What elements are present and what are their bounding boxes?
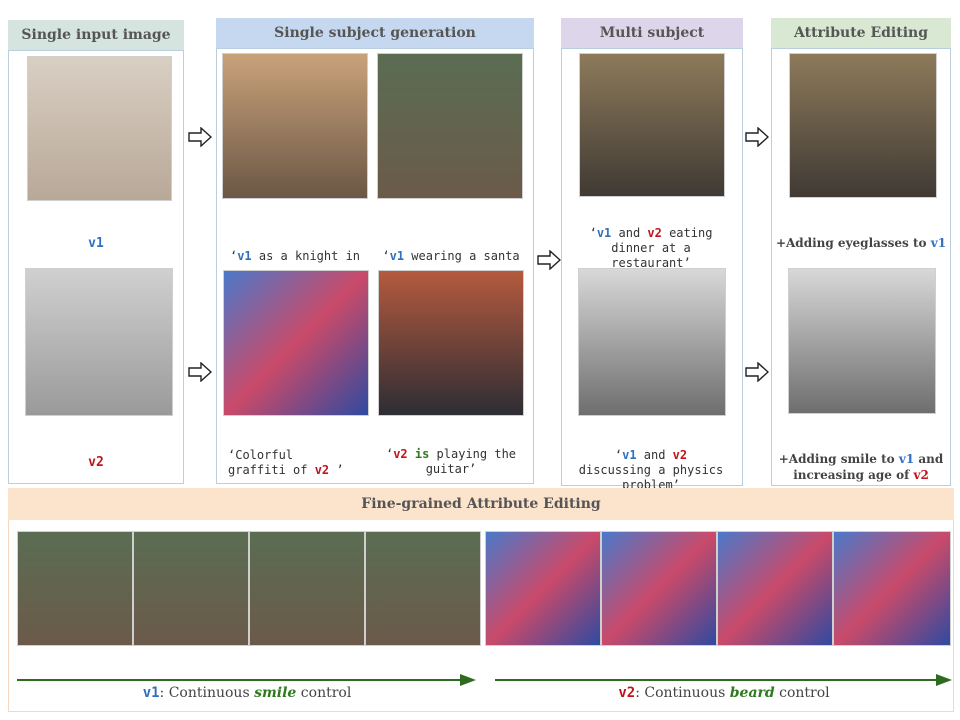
beard-step-1-image — [485, 531, 601, 646]
v1-label: v1 — [88, 236, 104, 251]
beard-step-4-image — [833, 531, 951, 646]
prompt-dinner: ‘v1 and v2 eating dinner at a restaurant… — [589, 226, 713, 270]
v2-label: v2 — [88, 455, 104, 470]
smile-step-2-image — [133, 531, 249, 646]
multi-subject-title: Multi subject generation — [561, 18, 743, 71]
beard-control-label: v2: Continuous beard control — [618, 685, 830, 701]
arrow-right-icon — [745, 362, 769, 382]
arrow-right-icon — [537, 250, 561, 270]
single-subject-title: Single subject generation — [216, 18, 534, 48]
graffiti-image — [223, 270, 369, 416]
arrow-right-icon — [188, 127, 212, 147]
prompt-santa: ‘v1 wearing a santa hat in a snowy fores… — [382, 249, 520, 263]
single-input-title: Single input image — [8, 20, 184, 50]
smile-age-edit-image — [788, 268, 936, 414]
input-image-v2 — [25, 268, 173, 416]
fine-grained-title: Fine-grained Attribute Editing — [8, 488, 954, 520]
attribute-editing-title: Attribute Editing — [771, 18, 951, 48]
arrow-right-icon — [188, 362, 212, 382]
prompt-knight: ‘v1 as a knight in plate armor’ — [229, 249, 361, 263]
edit-smile-age-caption: +Adding smile to v1 and increasing age o… — [778, 452, 944, 482]
dinner-image — [579, 53, 725, 197]
beard-step-3-image — [717, 531, 833, 646]
smile-step-3-image — [249, 531, 365, 646]
input-image-v1 — [27, 56, 172, 201]
physics-discussion-image — [578, 268, 726, 416]
smile-control-label: v1: Continuous smile control — [142, 685, 352, 701]
knight-image — [222, 53, 368, 199]
smile-step-1-image — [17, 531, 133, 646]
arrow-right-icon — [745, 127, 769, 147]
edit-eyeglasses-caption: +Adding eyeglasses to v1 — [775, 236, 947, 250]
guitar-image — [378, 270, 524, 416]
smile-step-4-image — [365, 531, 481, 646]
santa-hat-image — [377, 53, 523, 199]
beard-step-2-image — [601, 531, 717, 646]
prompt-guitar: ‘v2 is playing the guitar’ — [385, 447, 517, 476]
eyeglasses-edit-image — [789, 53, 937, 198]
